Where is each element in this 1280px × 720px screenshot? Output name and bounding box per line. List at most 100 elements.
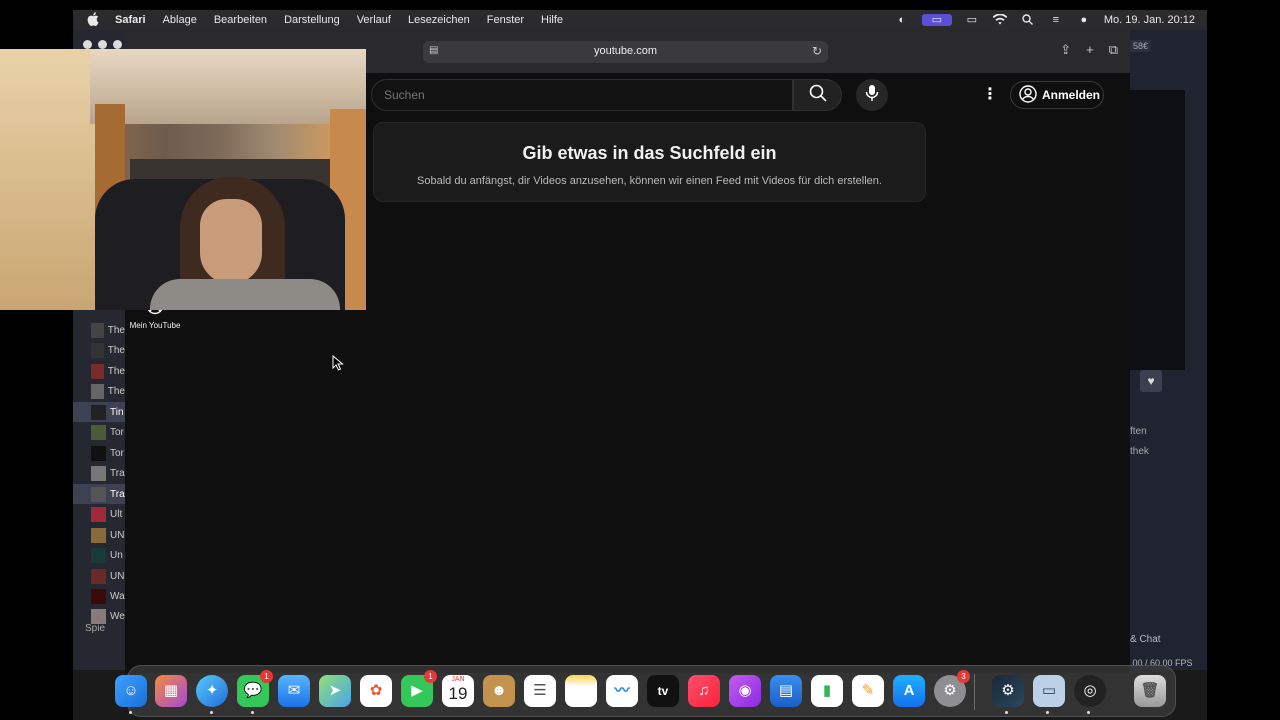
background-spiel-label[interactable]: Spie bbox=[85, 623, 105, 634]
running-indicator bbox=[210, 711, 213, 714]
obs-icon[interactable]: ◎ bbox=[1074, 675, 1106, 707]
menu-hilfe[interactable]: Hilfe bbox=[541, 14, 563, 26]
trash-icon[interactable]: 🗑 bbox=[1134, 675, 1166, 707]
tab-overview-icon[interactable]: ⧉ bbox=[1109, 42, 1118, 58]
reminders-icon[interactable]: ☰ bbox=[524, 675, 556, 707]
menu-fenster[interactable]: Fenster bbox=[487, 14, 524, 26]
list-item[interactable]: The bbox=[73, 361, 125, 381]
sign-in-button[interactable]: Anmelden bbox=[1010, 81, 1104, 109]
wifi-icon[interactable] bbox=[992, 13, 1008, 26]
contacts-icon[interactable]: ☻ bbox=[483, 675, 515, 707]
keynote-icon[interactable]: ▤ bbox=[770, 675, 802, 707]
heart-icon[interactable]: ♥ bbox=[1140, 370, 1162, 392]
search-input[interactable] bbox=[372, 80, 792, 110]
account-icon bbox=[1019, 84, 1037, 106]
background-chat-label[interactable]: & Chat bbox=[1130, 634, 1161, 645]
launchpad-icon[interactable]: ▦ bbox=[155, 675, 187, 707]
safari-icon[interactable]: ✦ bbox=[196, 675, 228, 707]
list-item[interactable]: Tor bbox=[73, 443, 125, 463]
apple-menu-icon[interactable] bbox=[87, 11, 107, 29]
list-item[interactable]: Tin bbox=[73, 402, 125, 422]
background-text-a: ften bbox=[1130, 426, 1147, 437]
maps-icon[interactable]: ➤ bbox=[319, 675, 351, 707]
system-settings-icon[interactable]: ⚙ 3 bbox=[934, 670, 970, 707]
empty-feed-text: Sobald du anfängst, dir Videos anzusehen… bbox=[417, 175, 882, 187]
list-item[interactable]: The bbox=[73, 381, 125, 401]
steam-icon[interactable]: ⚙ bbox=[992, 675, 1024, 707]
share-icon[interactable]: ⇪ bbox=[1060, 42, 1071, 58]
messages-badge: 1 bbox=[260, 670, 273, 683]
settings-badge: 3 bbox=[957, 670, 970, 683]
voice-search-button[interactable] bbox=[856, 79, 888, 111]
search-box[interactable] bbox=[371, 79, 793, 111]
dock: ☺ ▦ ✦ 💬 1 ✉ ➤ ✿ ▶ 1 JAN 19 ☻ ☰ 〰 tv ♫ ◉ ▤ … bbox=[115, 665, 1176, 717]
menu-bar: Safari Ablage Bearbeiten Darstellung Ver… bbox=[73, 10, 1207, 30]
microphone-icon bbox=[865, 84, 879, 107]
calendar-day: 19 bbox=[448, 684, 468, 703]
background-dark-panel bbox=[1130, 90, 1185, 370]
calendar-month: JAN bbox=[451, 676, 465, 683]
more-options-icon[interactable]: ⋮ bbox=[982, 84, 998, 104]
status-circle-icon[interactable]: ◐ bbox=[894, 14, 910, 26]
background-window-right: 58€ ♥ ften thek & Chat .00 / 60.00 FPS bbox=[1130, 30, 1207, 670]
sidebar-item-label: Mein YouTube bbox=[129, 321, 181, 330]
search-icon bbox=[809, 84, 827, 107]
address-bar[interactable]: ▤ youtube.com ↻ bbox=[423, 41, 828, 63]
facetime-badge: 1 bbox=[424, 670, 437, 683]
list-item[interactable]: Un bbox=[73, 545, 125, 565]
address-bar-url[interactable]: youtube.com bbox=[423, 45, 828, 57]
webcam-overlay bbox=[0, 49, 366, 310]
empty-feed-title: Gib etwas in das Suchfeld ein bbox=[522, 143, 777, 163]
calendar-icon[interactable]: JAN 19 bbox=[442, 675, 474, 707]
list-item[interactable]: Tor bbox=[73, 422, 125, 442]
mouse-cursor-icon bbox=[332, 354, 344, 371]
background-price: 58€ bbox=[1130, 40, 1152, 52]
running-indicator bbox=[1087, 711, 1090, 714]
list-item[interactable]: UN bbox=[73, 525, 125, 545]
facetime-icon[interactable]: ▶ 1 bbox=[401, 670, 437, 707]
list-item[interactable]: UN bbox=[73, 566, 125, 586]
control-center-icon[interactable]: ≡ bbox=[1048, 14, 1064, 26]
spotlight-search-icon[interactable] bbox=[1020, 14, 1036, 26]
running-indicator bbox=[251, 711, 254, 714]
running-indicator bbox=[1046, 711, 1049, 714]
search-button[interactable] bbox=[793, 79, 842, 111]
preview-icon[interactable]: ▭ bbox=[1033, 675, 1065, 707]
finder-icon[interactable]: ☺ bbox=[115, 675, 147, 707]
new-tab-icon[interactable]: + bbox=[1086, 42, 1094, 58]
list-item[interactable]: Tra bbox=[73, 484, 125, 504]
pages-icon[interactable]: ✎ bbox=[852, 675, 884, 707]
list-item[interactable]: The bbox=[73, 340, 125, 360]
menu-darstellung[interactable]: Darstellung bbox=[284, 14, 340, 26]
list-item[interactable]: Wa bbox=[73, 586, 125, 606]
siri-icon[interactable]: ● bbox=[1076, 14, 1092, 26]
list-item[interactable]: Ult bbox=[73, 504, 125, 524]
running-indicator bbox=[1005, 711, 1008, 714]
sign-in-label: Anmelden bbox=[1042, 88, 1101, 102]
music-icon[interactable]: ♫ bbox=[688, 675, 720, 707]
empty-feed-card: Gib etwas in das Suchfeld ein Sobald du … bbox=[373, 122, 926, 202]
apple-tv-icon[interactable]: tv bbox=[647, 675, 679, 707]
messages-icon[interactable]: 💬 1 bbox=[237, 670, 273, 707]
menu-bearbeiten[interactable]: Bearbeiten bbox=[214, 14, 267, 26]
window-traffic-lights[interactable] bbox=[83, 40, 122, 49]
mail-icon[interactable]: ✉ bbox=[278, 675, 310, 707]
podcasts-icon[interactable]: ◉ bbox=[729, 675, 761, 707]
photos-icon[interactable]: ✿ bbox=[360, 675, 392, 707]
notes-icon[interactable] bbox=[565, 675, 597, 707]
menu-lesezeichen[interactable]: Lesezeichen bbox=[408, 14, 470, 26]
screen-recording-icon[interactable]: ▭ bbox=[921, 14, 952, 26]
background-text-b: thek bbox=[1130, 446, 1149, 457]
menu-ablage[interactable]: Ablage bbox=[163, 14, 197, 26]
menu-app-safari[interactable]: Safari bbox=[115, 14, 146, 26]
list-item[interactable]: Tra bbox=[73, 463, 125, 483]
freeform-icon[interactable]: 〰 bbox=[606, 675, 638, 707]
reload-icon[interactable]: ↻ bbox=[812, 44, 822, 58]
menubar-datetime[interactable]: Mo. 19. Jan. 20:12 bbox=[1104, 14, 1195, 26]
list-item[interactable]: The bbox=[73, 320, 125, 340]
dock-separator bbox=[974, 674, 975, 710]
menu-verlauf[interactable]: Verlauf bbox=[357, 14, 391, 26]
battery-icon[interactable]: ▭ bbox=[964, 14, 980, 26]
app-store-icon[interactable]: A bbox=[893, 675, 925, 707]
numbers-icon[interactable]: ▮ bbox=[811, 675, 843, 707]
